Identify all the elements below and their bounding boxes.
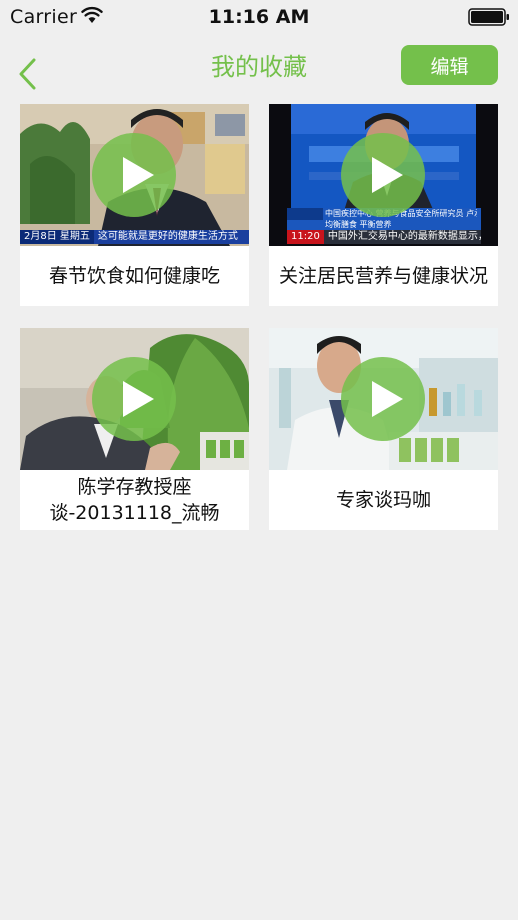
play-icon[interactable] (92, 133, 176, 217)
play-icon[interactable] (341, 357, 425, 441)
favorite-item[interactable]: 中国疾控中心 营养与食品安全所研究员 卢承根 均衡膳食 平衡营养 11:20 中国… (269, 104, 498, 306)
video-title: 春节饮食如何健康吃 (48, 265, 220, 287)
battery-icon (468, 8, 509, 26)
play-icon[interactable] (341, 133, 425, 217)
video-title: 专家谈玛咖 (335, 489, 431, 511)
video-thumbnail: 2月8日 星期五 这可能就是更好的健康生活方式 (20, 104, 249, 246)
news-ticker: 2月8日 星期五 这可能就是更好的健康生活方式 (20, 230, 249, 244)
ticker-date: 2月8日 星期五 (20, 230, 94, 244)
edit-button[interactable]: 编辑 (401, 45, 498, 85)
clock: 11:16 AM (208, 6, 310, 28)
play-icon[interactable] (92, 357, 176, 441)
video-title: 陈学存教授座谈-20131118_流畅 (49, 476, 220, 524)
video-thumbnail (20, 328, 249, 470)
video-thumbnail: 中国疾控中心 营养与食品安全所研究员 卢承根 均衡膳食 平衡营养 11:20 中国… (269, 104, 498, 246)
navigation-bar: 我的收藏 编辑 (0, 34, 518, 98)
news-ticker: 11:20中国外汇交易中心的最新数据显示，5月21日 (287, 230, 481, 244)
ticker-date: 11:20 (287, 230, 324, 244)
video-title: 关注居民营养与健康状况 (278, 265, 488, 287)
ticker-caption: 中国外汇交易中心的最新数据显示，5月21日 (327, 231, 481, 242)
status-bar: Carrier 11:16 AM (0, 0, 518, 34)
ticker-caption: 这可能就是更好的健康生活方式 (97, 231, 238, 242)
favorite-item[interactable]: 专家谈玛咖 (269, 328, 498, 530)
favorite-item[interactable]: 陈学存教授座谈-20131118_流畅 (20, 328, 249, 530)
caption-line: 均衡膳食 平衡营养 (325, 220, 392, 229)
favorite-item[interactable]: 2月8日 星期五 这可能就是更好的健康生活方式 春节饮食如何健康吃 (20, 104, 249, 306)
video-thumbnail (269, 328, 498, 470)
